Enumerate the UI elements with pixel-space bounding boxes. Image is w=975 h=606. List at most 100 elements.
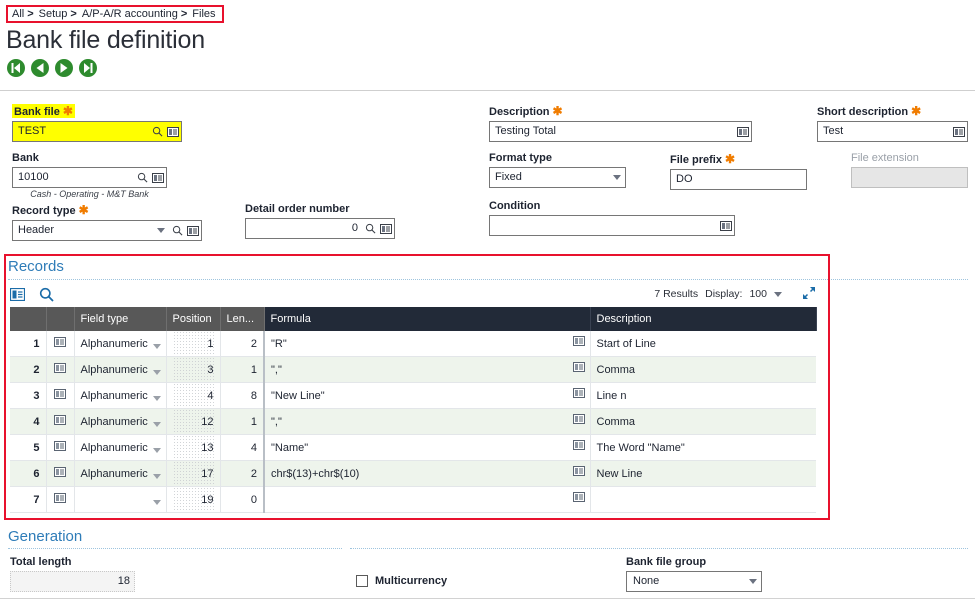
row-detail-icon[interactable] — [46, 461, 74, 487]
chevron-down-icon[interactable] — [153, 470, 161, 482]
lookup-icon[interactable] — [735, 122, 751, 141]
formula-lookup-icon[interactable] — [573, 492, 585, 505]
cell-length[interactable]: 2 — [220, 461, 264, 487]
cell-length[interactable]: 1 — [220, 357, 264, 383]
breadcrumb-item-setup[interactable]: Setup — [39, 8, 68, 20]
chevron-down-icon[interactable] — [153, 418, 161, 430]
row-detail-icon[interactable] — [46, 487, 74, 513]
expand-grid-icon[interactable] — [802, 286, 816, 303]
breadcrumb-item-ap-ar-accounting[interactable]: A/P-A/R accounting — [82, 8, 178, 20]
lookup-icon[interactable] — [165, 122, 181, 141]
last-record-button[interactable] — [79, 59, 97, 77]
cell-description[interactable]: Comma — [590, 409, 816, 435]
bank-file-input[interactable]: TEST — [12, 121, 182, 142]
cell-position[interactable]: 12 — [166, 409, 220, 435]
chevron-down-icon[interactable] — [153, 340, 161, 352]
column-header-length[interactable]: Len... — [220, 307, 264, 331]
formula-lookup-icon[interactable] — [573, 414, 585, 427]
table-row[interactable]: 4Alphanumeric121","Comma — [10, 409, 816, 435]
cell-position[interactable]: 1 — [166, 331, 220, 357]
cell-field-type[interactable] — [74, 487, 166, 513]
column-header-formula[interactable]: Formula — [264, 307, 590, 331]
record-type-input[interactable]: Header — [12, 220, 202, 241]
cell-position[interactable]: 3 — [166, 357, 220, 383]
column-header-field-type[interactable]: Field type — [74, 307, 166, 331]
table-row[interactable]: 6Alphanumeric172chr$(13)+chr$(10)New Lin… — [10, 461, 816, 487]
row-detail-icon[interactable] — [46, 331, 74, 357]
cell-field-type[interactable]: Alphanumeric — [74, 461, 166, 487]
search-icon[interactable] — [362, 219, 378, 238]
bank-file-group-select[interactable]: None — [626, 571, 762, 592]
cell-formula[interactable]: chr$(13)+chr$(10) — [264, 461, 590, 487]
cell-position[interactable]: 17 — [166, 461, 220, 487]
table-row[interactable]: 5Alphanumeric134"Name"The Word "Name" — [10, 435, 816, 461]
row-detail-icon[interactable] — [46, 409, 74, 435]
display-value[interactable]: 100 — [749, 288, 767, 300]
cell-position[interactable]: 13 — [166, 435, 220, 461]
cell-description[interactable]: Start of Line — [590, 331, 816, 357]
file-prefix-input[interactable]: DO — [670, 169, 807, 190]
cell-length[interactable]: 0 — [220, 487, 264, 513]
column-header-position[interactable]: Position — [166, 307, 220, 331]
chevron-down-icon[interactable] — [153, 366, 161, 378]
previous-record-button[interactable] — [31, 59, 49, 77]
cell-position[interactable]: 19 — [166, 487, 220, 513]
cell-formula[interactable] — [264, 487, 590, 513]
formula-lookup-icon[interactable] — [573, 440, 585, 453]
cell-length[interactable]: 4 — [220, 435, 264, 461]
chevron-down-icon[interactable] — [745, 572, 761, 591]
cell-formula[interactable]: "New Line" — [264, 383, 590, 409]
description-input[interactable]: Testing Total — [489, 121, 752, 142]
detail-order-number-input[interactable]: 0 — [245, 218, 395, 239]
lookup-icon[interactable] — [185, 221, 201, 240]
column-header-rownum[interactable] — [10, 307, 46, 331]
lookup-icon[interactable] — [951, 122, 967, 141]
breadcrumb-item-all[interactable]: All — [12, 8, 24, 20]
cell-description[interactable]: The Word "Name" — [590, 435, 816, 461]
chevron-down-icon[interactable] — [609, 168, 625, 187]
cell-field-type[interactable]: Alphanumeric — [74, 435, 166, 461]
row-detail-icon[interactable] — [46, 435, 74, 461]
cell-field-type[interactable]: Alphanumeric — [74, 331, 166, 357]
format-type-select[interactable]: Fixed — [489, 167, 626, 188]
chevron-down-icon[interactable] — [153, 392, 161, 404]
cell-field-type[interactable]: Alphanumeric — [74, 383, 166, 409]
chevron-down-icon[interactable] — [774, 288, 782, 300]
next-record-button[interactable] — [55, 59, 73, 77]
cell-length[interactable]: 1 — [220, 409, 264, 435]
search-icon[interactable] — [149, 122, 165, 141]
cell-description[interactable]: Line n — [590, 383, 816, 409]
cell-field-type[interactable]: Alphanumeric — [74, 357, 166, 383]
chevron-down-icon[interactable] — [153, 444, 161, 456]
search-icon[interactable] — [39, 287, 54, 302]
table-row[interactable]: 3Alphanumeric48"New Line"Line n — [10, 383, 816, 409]
lookup-icon[interactable] — [150, 168, 166, 187]
first-record-button[interactable] — [7, 59, 25, 77]
table-row[interactable]: 1Alphanumeric12"R"Start of Line — [10, 331, 816, 357]
table-row[interactable]: 2Alphanumeric31","Comma — [10, 357, 816, 383]
short-description-input[interactable]: Test — [817, 121, 968, 142]
cell-formula[interactable]: "," — [264, 409, 590, 435]
search-icon[interactable] — [134, 168, 150, 187]
multicurrency-checkbox[interactable] — [356, 575, 368, 587]
column-header-detail[interactable] — [46, 307, 74, 331]
multicurrency-checkbox-row[interactable]: Multicurrency — [356, 575, 447, 587]
row-detail-icon[interactable] — [46, 357, 74, 383]
search-icon[interactable] — [169, 221, 185, 240]
cell-length[interactable]: 8 — [220, 383, 264, 409]
formula-lookup-icon[interactable] — [573, 336, 585, 349]
cell-formula[interactable]: "R" — [264, 331, 590, 357]
bank-input[interactable]: 10100 — [12, 167, 167, 188]
grid-view-icon[interactable] — [10, 288, 25, 301]
cell-description[interactable]: New Line — [590, 461, 816, 487]
column-header-description[interactable]: Description — [590, 307, 816, 331]
cell-description[interactable] — [590, 487, 816, 513]
lookup-icon[interactable] — [378, 219, 394, 238]
breadcrumb-item-files[interactable]: Files — [192, 8, 215, 20]
cell-field-type[interactable]: Alphanumeric — [74, 409, 166, 435]
lookup-icon[interactable] — [718, 216, 734, 235]
cell-formula[interactable]: "," — [264, 357, 590, 383]
formula-lookup-icon[interactable] — [573, 362, 585, 375]
formula-lookup-icon[interactable] — [573, 388, 585, 401]
cell-formula[interactable]: "Name" — [264, 435, 590, 461]
